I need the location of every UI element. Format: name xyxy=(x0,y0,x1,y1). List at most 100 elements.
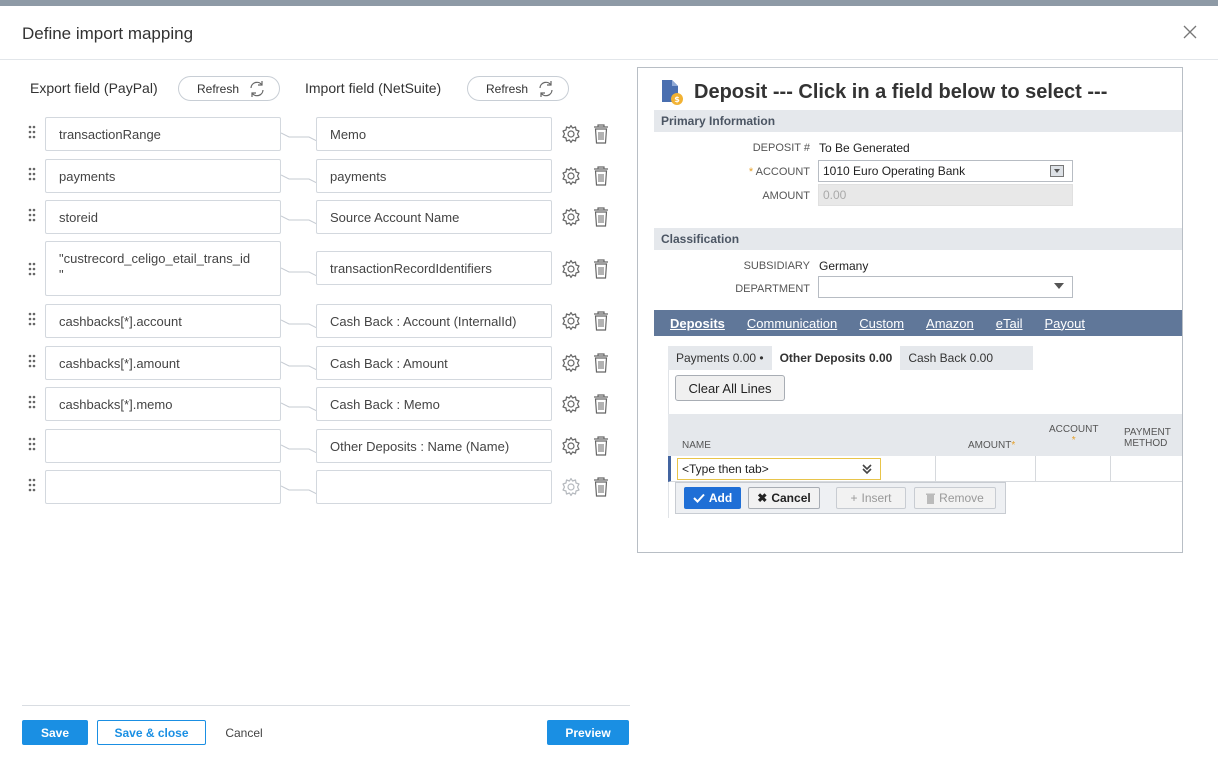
drag-handle-icon[interactable] xyxy=(28,208,36,222)
account-field[interactable]: 1010 Euro Operating Bank xyxy=(818,160,1073,182)
subsidiary-value: Germany xyxy=(819,259,869,273)
export-field-input[interactable]: storeid xyxy=(45,200,281,234)
trash-icon[interactable] xyxy=(593,477,609,497)
import-field-value: transactionRecordIdentifiers xyxy=(330,260,492,276)
gear-icon[interactable] xyxy=(561,353,581,373)
export-field-input[interactable]: cashbacks[*].account xyxy=(45,304,281,338)
remove-line-label: Remove xyxy=(939,491,984,505)
import-field-input[interactable]: Cash Back : Account (InternalId) xyxy=(316,304,552,338)
tab-amazon[interactable]: Amazon xyxy=(926,316,974,331)
svg-text:$: $ xyxy=(674,95,680,104)
import-field-value: Source Account Name xyxy=(330,209,460,225)
gear-icon[interactable] xyxy=(561,477,581,497)
import-field-input[interactable] xyxy=(316,470,552,504)
export-field-input[interactable]: "custrecord_celigo_etail_trans_id " xyxy=(45,241,281,296)
tab-payout[interactable]: Payout xyxy=(1044,316,1084,331)
drag-handle-icon[interactable] xyxy=(28,312,36,326)
insert-line-button[interactable]: + Insert xyxy=(836,487,906,509)
subtab-cash-back[interactable]: Cash Back 0.00 xyxy=(900,351,1001,365)
department-select[interactable] xyxy=(818,276,1073,298)
tab-communication[interactable]: Communication xyxy=(747,316,837,331)
export-field-input[interactable]: cashbacks[*].amount xyxy=(45,346,281,380)
deposits-subtab-bar: Payments 0.00 • Other Deposits 0.00 Cash… xyxy=(668,346,1033,370)
deposit-number-label: DEPOSIT # xyxy=(752,142,810,154)
export-field-value: cashbacks[*].amount xyxy=(59,355,180,371)
clear-all-lines-button[interactable]: Clear All Lines xyxy=(675,375,785,401)
trash-icon[interactable] xyxy=(593,207,609,227)
drag-handle-icon[interactable] xyxy=(28,125,36,139)
trash-icon[interactable] xyxy=(593,124,609,144)
mapping-connector xyxy=(280,316,318,329)
gear-icon[interactable] xyxy=(561,436,581,456)
mapping-connector xyxy=(280,399,318,412)
export-refresh-button[interactable]: Refresh xyxy=(178,76,280,101)
export-field-input[interactable]: transactionRange xyxy=(45,117,281,151)
export-field-input[interactable]: cashbacks[*].memo xyxy=(45,387,281,421)
drag-handle-icon[interactable] xyxy=(28,167,36,181)
col-account-text: ACCOUNT xyxy=(1049,424,1099,435)
drag-handle-icon[interactable] xyxy=(28,437,36,451)
mapping-row: cashbacks[*].account Cash Back : Account … xyxy=(0,304,637,338)
subsidiary-label: SUBSIDIARY xyxy=(743,260,810,272)
drag-handle-icon[interactable] xyxy=(28,354,36,368)
drag-handle-icon[interactable] xyxy=(28,478,36,492)
import-field-input[interactable]: Cash Back : Amount xyxy=(316,346,552,380)
gear-icon[interactable] xyxy=(561,311,581,331)
import-field-input[interactable]: Source Account Name xyxy=(316,200,552,234)
trash-icon[interactable] xyxy=(593,394,609,414)
trash-icon[interactable] xyxy=(593,436,609,456)
export-field-input[interactable] xyxy=(45,470,281,504)
cell-divider xyxy=(1035,456,1036,482)
tab-deposits[interactable]: Deposits xyxy=(670,316,725,331)
dropdown-arrow-icon xyxy=(1054,283,1064,289)
export-field-input[interactable] xyxy=(45,429,281,463)
import-field-input[interactable]: Cash Back : Memo xyxy=(316,387,552,421)
export-field-input[interactable]: payments xyxy=(45,159,281,193)
trash-icon[interactable] xyxy=(593,311,609,331)
cancel-line-button[interactable]: ✖ Cancel xyxy=(748,487,820,509)
import-field-input[interactable]: payments xyxy=(316,159,552,193)
import-field-input[interactable]: Other Deposits : Name (Name) xyxy=(316,429,552,463)
close-icon[interactable] xyxy=(1180,22,1200,42)
save-close-button[interactable]: Save & close xyxy=(97,720,206,745)
subtab-payments[interactable]: Payments 0.00 • xyxy=(668,351,772,365)
trash-icon[interactable] xyxy=(593,353,609,373)
amount-field: 0.00 xyxy=(818,184,1073,206)
mapping-connector xyxy=(280,212,318,225)
plus-icon: + xyxy=(850,491,858,505)
remove-line-button[interactable]: Remove xyxy=(914,487,996,509)
import-field-input[interactable]: transactionRecordIdentifiers xyxy=(316,251,552,285)
cancel-button[interactable]: Cancel xyxy=(214,720,274,745)
mapping-row: Other Deposits : Name (Name) xyxy=(0,429,637,463)
gear-icon[interactable] xyxy=(561,394,581,414)
drag-handle-icon[interactable] xyxy=(28,262,36,276)
import-field-value: Other Deposits : Name (Name) xyxy=(330,438,510,454)
trash-icon[interactable] xyxy=(593,259,609,279)
dialog-title: Define import mapping xyxy=(22,24,194,43)
trash-icon[interactable] xyxy=(593,166,609,186)
gear-icon[interactable] xyxy=(561,259,581,279)
export-field-value: payments xyxy=(59,168,116,184)
save-button[interactable]: Save xyxy=(22,720,88,745)
import-field-input[interactable]: Memo xyxy=(316,117,552,151)
required-star: * xyxy=(748,166,756,178)
gear-icon[interactable] xyxy=(561,166,581,186)
subtab-other-deposits[interactable]: Other Deposits 0.00 xyxy=(771,346,901,370)
preview-button[interactable]: Preview xyxy=(547,720,629,745)
double-chevron-down-icon[interactable] xyxy=(862,464,872,475)
list-picker-icon[interactable] xyxy=(1050,165,1064,177)
mapping-row xyxy=(0,470,637,504)
import-field-heading: Import field (NetSuite) xyxy=(305,80,442,96)
drag-handle-icon[interactable] xyxy=(28,395,36,409)
account-label: * ACCOUNT xyxy=(718,166,810,178)
tab-custom[interactable]: Custom xyxy=(859,316,904,331)
gear-icon[interactable] xyxy=(561,207,581,227)
gear-icon[interactable] xyxy=(561,124,581,144)
name-input[interactable]: <Type then tab> xyxy=(677,458,881,480)
add-line-button[interactable]: Add xyxy=(684,487,741,509)
tab-etail[interactable]: eTail xyxy=(996,316,1023,331)
mapping-row: payments payments xyxy=(0,159,637,193)
import-refresh-button[interactable]: Refresh xyxy=(467,76,569,101)
deposit-title: $ Deposit --- Click in a field below to … xyxy=(660,78,1107,106)
export-field-value: cashbacks[*].memo xyxy=(59,396,173,412)
